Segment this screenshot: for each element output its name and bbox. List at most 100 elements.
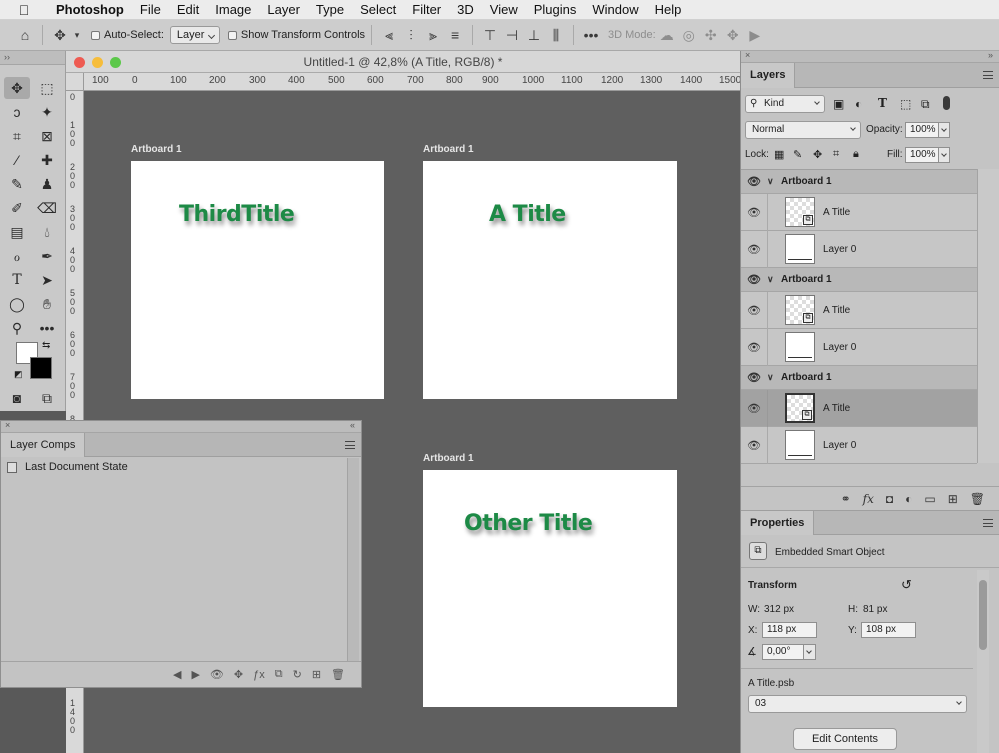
blend-mode-dropdown[interactable]: Normal <box>745 121 861 139</box>
stamp-tool-icon[interactable]: ♟ <box>34 173 60 195</box>
close-panel-icon[interactable]: × <box>5 420 10 430</box>
menu-edit[interactable]: Edit <box>169 2 207 17</box>
ellipse-tool-icon[interactable]: ◯ <box>4 293 30 315</box>
home-icon[interactable]: ⌂ <box>14 24 36 46</box>
layer-row[interactable]: 👁︎ Layer 0 <box>741 426 977 464</box>
type-filter-icon[interactable]: T <box>878 96 887 110</box>
menu-view[interactable]: View <box>482 2 526 17</box>
menu-type[interactable]: Type <box>308 2 352 17</box>
tab-properties[interactable]: Properties <box>741 511 815 535</box>
eye-icon[interactable]: 👁︎ <box>741 206 767 219</box>
menu-plugins[interactable]: Plugins <box>526 2 585 17</box>
distribute-icon[interactable]: ≡ <box>444 24 466 46</box>
toolbox-collapse-icon[interactable]: ›› <box>0 51 65 65</box>
layer-row-selected[interactable]: 👁︎ ⧉ A Title <box>741 389 977 427</box>
auto-select-checkbox[interactable]: Auto-Select: <box>91 29 164 41</box>
artboard-title-text[interactable]: A Title <box>489 202 566 227</box>
more-tools-icon[interactable]: ••• <box>34 317 60 339</box>
move-tool-icon[interactable]: ✥ <box>4 77 30 99</box>
new-group-icon[interactable]: ▭ <box>924 492 935 506</box>
menu-3d[interactable]: 3D <box>449 2 482 17</box>
more-icon[interactable]: ••• <box>580 24 602 46</box>
next-comp-icon[interactable]: ▶ <box>191 668 199 681</box>
new-comp-icon[interactable]: ⊞ <box>312 668 321 681</box>
menu-help[interactable]: Help <box>647 2 690 17</box>
auto-select-dropdown[interactable]: Layer <box>169 26 220 44</box>
lock-transparency-icon[interactable]: ▦ <box>774 148 784 161</box>
chevron-down-icon[interactable]: ∨ <box>767 274 781 285</box>
show-transform-checkbox[interactable]: Show Transform Controls <box>227 29 365 41</box>
align-right-icon[interactable]: ⫸ <box>422 24 444 46</box>
healing-brush-icon[interactable]: ✚ <box>34 149 60 171</box>
panel-header[interactable]: × « <box>1 420 361 433</box>
filter-kind-dropdown[interactable]: ⚲ Kind <box>745 95 825 113</box>
width-value[interactable]: 312 px <box>764 604 794 615</box>
dodge-tool-icon[interactable]: ℴ <box>4 245 30 267</box>
update-comp-icon[interactable]: ↻ <box>293 668 302 681</box>
menu-file[interactable]: File <box>132 2 169 17</box>
delete-comp-icon[interactable]: 🗑︎ <box>331 668 345 681</box>
opacity-input[interactable]: 100% <box>905 122 939 138</box>
angle-input[interactable]: 0,00° <box>762 644 804 660</box>
ruler-origin[interactable] <box>66 73 84 91</box>
minimize-window-icon[interactable] <box>92 57 103 68</box>
artboard-label[interactable]: Artboard 1 <box>423 144 474 155</box>
blur-tool-icon[interactable]: 💧︎ <box>34 221 60 243</box>
collapse-panel-icon[interactable]: « <box>350 420 355 430</box>
layer-row[interactable]: 👁︎ ⧉ A Title <box>741 291 977 329</box>
position-comp-icon[interactable]: ✥ <box>234 668 243 681</box>
layers-menu-icon[interactable] <box>983 71 993 79</box>
layer-group-row[interactable]: 👁︎ ∨ Artboard 1 <box>741 170 977 194</box>
move-tool-icon[interactable]: ✥ <box>49 24 71 46</box>
layer-comp-dropdown[interactable]: 03 <box>748 695 967 713</box>
horizontal-ruler[interactable]: 100 0 100 200 300 400 500 600 700 800 90… <box>84 73 740 91</box>
layer-row[interactable]: 👁︎ Layer 0 <box>741 328 977 366</box>
artboard-title-text[interactable]: ThirdTitle <box>179 202 295 227</box>
edit-contents-button[interactable]: Edit Contents <box>793 728 897 750</box>
x-input[interactable]: 118 px <box>762 622 817 638</box>
previous-comp-icon[interactable]: ◀ <box>173 668 181 681</box>
orbit-3d-icon[interactable]: ☁ <box>656 24 678 46</box>
hand-tool-icon[interactable]: ✋︎ <box>34 293 60 315</box>
reset-transform-icon[interactable]: ↺ <box>901 577 912 593</box>
eye-icon[interactable]: 👁︎ <box>741 175 767 188</box>
quick-mask-icon[interactable]: ◙ <box>4 387 30 409</box>
align-bottom-icon[interactable]: ⊥ <box>523 24 545 46</box>
artboard[interactable]: ThirdTitle <box>131 161 384 399</box>
roll-3d-icon[interactable]: ◎ <box>678 24 700 46</box>
scrollbar[interactable] <box>977 570 989 753</box>
eye-icon[interactable]: 👁︎ <box>741 304 767 317</box>
fill-chevron-icon[interactable] <box>938 147 950 163</box>
menu-app[interactable]: Photoshop <box>48 2 132 17</box>
menu-select[interactable]: Select <box>352 2 404 17</box>
fill-input[interactable]: 100% <box>905 147 939 163</box>
visibility-comp-icon[interactable]: 👁︎ <box>210 668 224 681</box>
lock-position-icon[interactable]: ✥ <box>813 148 822 161</box>
camera-3d-icon[interactable]: ▶ <box>744 24 766 46</box>
collapse-panel-icon[interactable]: » <box>988 50 993 60</box>
align-center-icon[interactable]: ⫶ <box>400 24 422 46</box>
eye-icon[interactable]: 👁︎ <box>741 341 767 354</box>
opacity-chevron-icon[interactable] <box>938 122 950 138</box>
screen-mode-icon[interactable]: ⧉ <box>34 387 60 409</box>
menu-filter[interactable]: Filter <box>404 2 449 17</box>
pen-tool-icon[interactable]: ✒ <box>34 245 60 267</box>
eyedropper-icon[interactable]: ⁄ <box>4 149 30 171</box>
y-input[interactable]: 108 px <box>861 622 916 638</box>
zoom-window-icon[interactable] <box>110 57 121 68</box>
close-window-icon[interactable] <box>74 57 85 68</box>
type-tool-icon[interactable]: T <box>4 269 30 291</box>
tab-layer-comps[interactable]: Layer Comps <box>1 433 86 457</box>
lock-all-icon[interactable]: 🔒︎ <box>853 148 859 161</box>
filter-toggle[interactable] <box>943 96 950 110</box>
new-layer-icon[interactable]: ⊞ <box>948 492 958 506</box>
layer-group-row[interactable]: 👁︎ ∨ Artboard 1 <box>741 366 977 390</box>
artboard-label[interactable]: Artboard 1 <box>131 144 182 155</box>
pan-3d-icon[interactable]: ✣ <box>700 24 722 46</box>
background-color-swatch[interactable] <box>30 357 52 379</box>
fx-comp-icon[interactable]: ƒx <box>253 669 265 681</box>
path-select-icon[interactable]: ➤ <box>34 269 60 291</box>
brush-tool-icon[interactable]: ✎ <box>4 173 30 195</box>
layer-row[interactable]: 👁︎ Layer 0 <box>741 230 977 268</box>
link-layers-icon[interactable]: ⚭ <box>841 492 851 506</box>
